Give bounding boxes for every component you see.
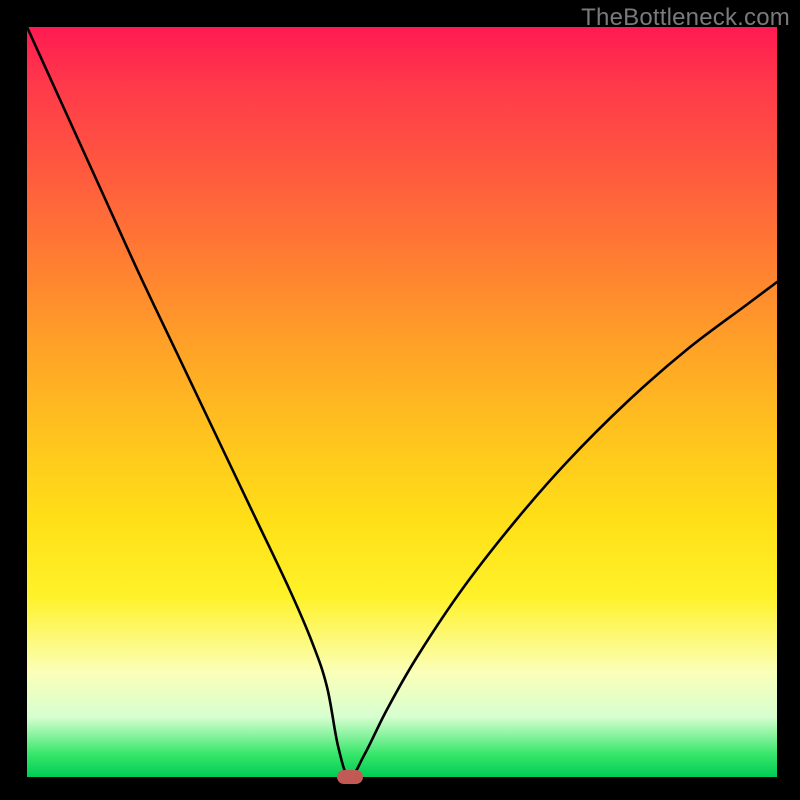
plot-area [27, 27, 777, 777]
watermark-text: TheBottleneck.com [581, 4, 790, 32]
optimum-marker [337, 770, 363, 784]
curve-svg [27, 27, 777, 777]
bottleneck-curve [27, 27, 777, 777]
chart-frame: TheBottleneck.com [0, 0, 800, 800]
